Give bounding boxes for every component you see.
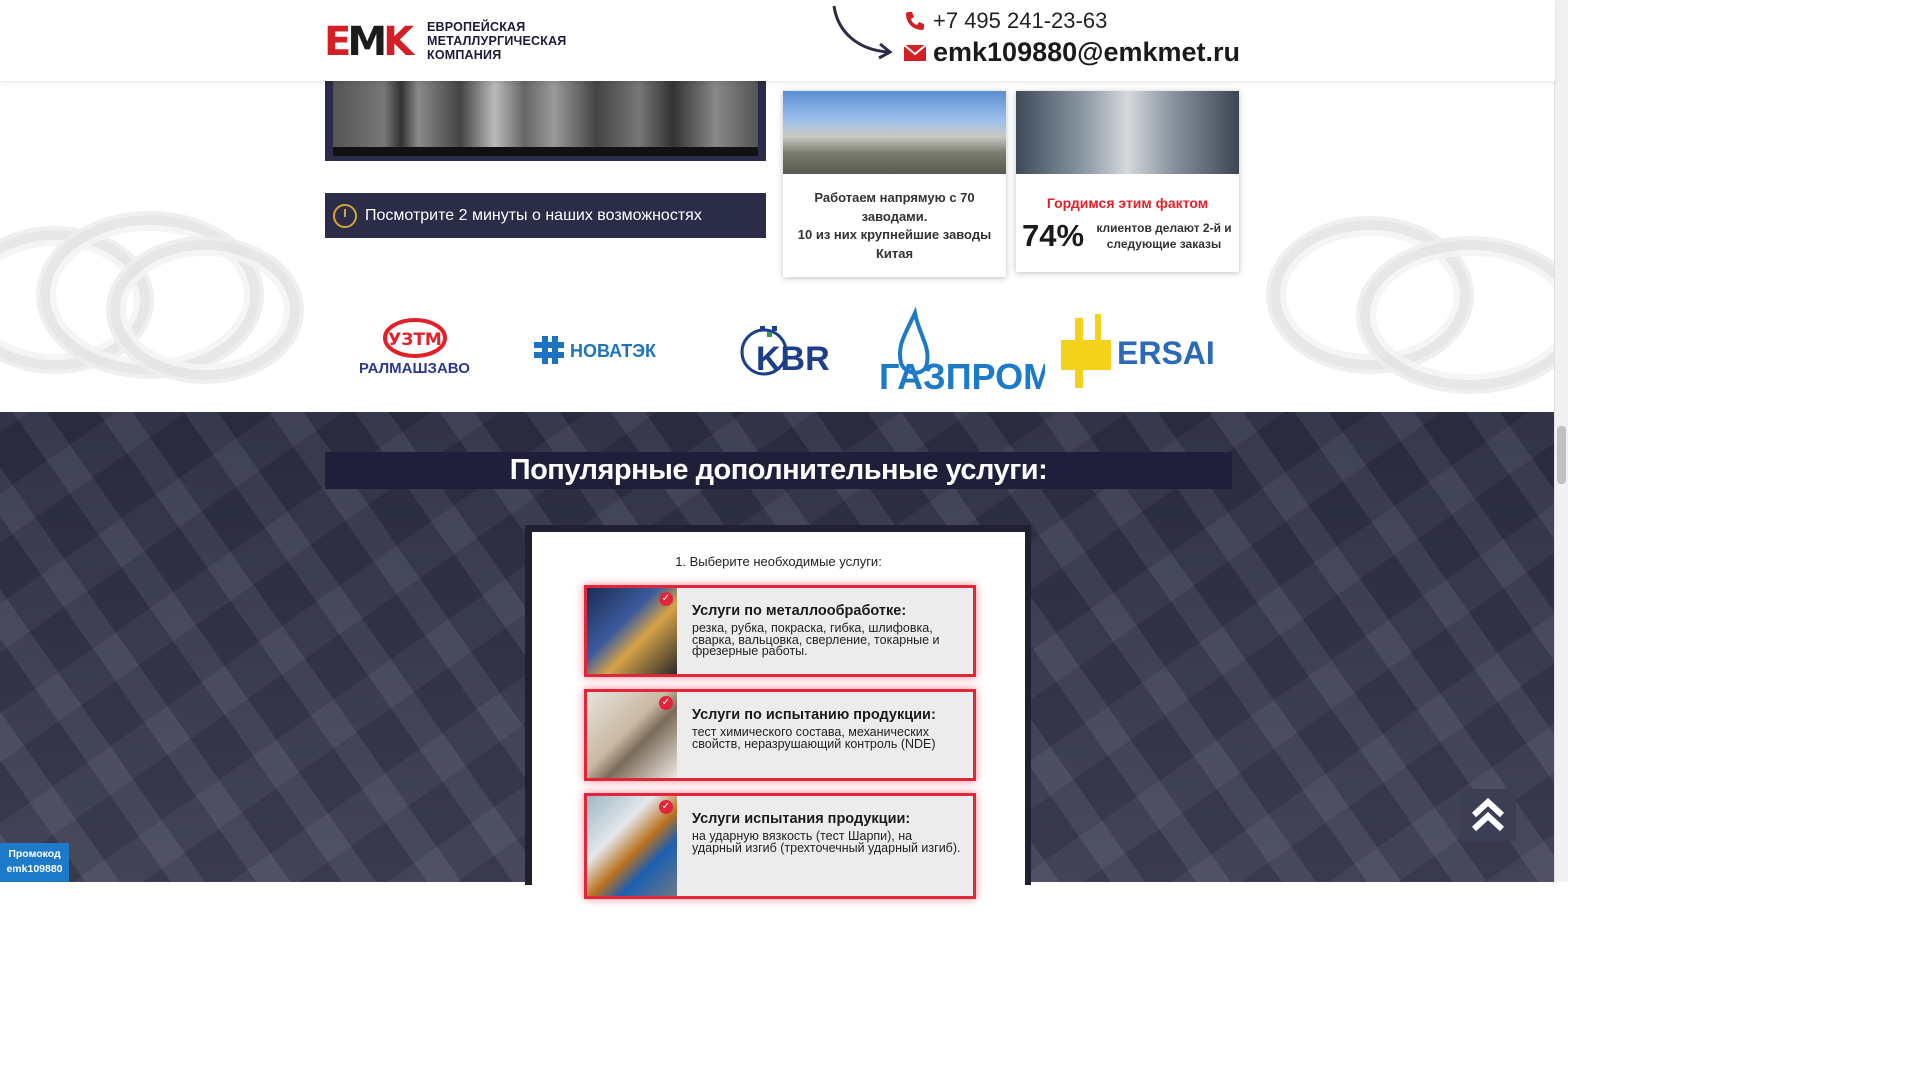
service-option-product-testing[interactable]: ✓ Услуги по испытанию продукции: тест хи… — [584, 689, 976, 781]
service-description: на ударную вязкость (тест Шарпи), на уда… — [692, 829, 961, 855]
partner-ersai-name: ERSAI — [1117, 335, 1215, 371]
services-heading: Популярные дополнительные услуги: — [325, 452, 1232, 489]
partner-novatek-logo: НОВАТЭК — [525, 300, 675, 400]
logo-mark: EMK — [324, 19, 414, 65]
partner-ersai-logo: ERSAI — [1055, 300, 1225, 400]
service-description: резка, рубка, покраска, гибка, шлифовка,… — [692, 621, 940, 658]
service-option-impact-testing[interactable]: ✓ Услуги испытания продукции: на ударную… — [584, 793, 976, 899]
proud-title: Гордимся этим фактом — [1046, 195, 1209, 211]
promo-label: Промокод — [8, 848, 61, 860]
promo-code: emk109880 — [6, 863, 63, 875]
company-logo[interactable]: EMK ЕВРОПЕЙСКАЯ МЕТАЛЛУРГИЧЕСКАЯ КОМПАНИ… — [324, 19, 567, 65]
partner-gazprom-logo: ГАЗПРОМ — [875, 300, 1045, 400]
partner-kbr-logo: KBR — [725, 300, 835, 400]
factories-text: Работаем напрямую с 70 заводами. 10 из н… — [793, 189, 996, 263]
watch-video-button[interactable]: Посмотрите 2 минуты о наших возможностях — [325, 193, 766, 238]
curved-arrow-icon — [832, 5, 893, 60]
wire-coil-decoration — [110, 240, 300, 380]
partner-logos: УЗТМ УРАЛМАШЗАВОД НОВАТЭК KBR ГАЗ — [340, 300, 1240, 400]
percent-description: клиентов делают 2-й и следующие заказы — [1096, 221, 1232, 251]
refinery-image — [783, 91, 1006, 174]
page-scrollbar[interactable] — [1554, 0, 1568, 882]
uzm-mark: УЗТМ — [388, 330, 442, 350]
phone-number[interactable]: +7 495 241-23-63 — [933, 8, 1107, 34]
step-label: 1. Выберите необходимые услуги: — [675, 554, 882, 569]
video-thumbnail[interactable] — [333, 81, 758, 156]
scroll-to-top-button[interactable] — [1460, 789, 1516, 841]
worker-image — [1016, 91, 1239, 174]
services-panel: 1. Выберите необходимые услуги: ✓ Услуги… — [532, 532, 1025, 899]
email-row[interactable]: emk109880@emkmet.ru — [903, 37, 1240, 68]
factories-line2: 10 из них крупнейшие заводы Китая — [797, 227, 992, 261]
service-description: тест химического состава, механических с… — [692, 725, 936, 751]
service-title: Услуги по испытанию продукции: — [692, 707, 936, 723]
partner-uralmash-name: УРАЛМАШЗАВОД — [360, 360, 470, 377]
watch-video-label: Посмотрите 2 минуты о наших возможностях — [365, 206, 702, 224]
scrollbar-thumb[interactable] — [1557, 426, 1566, 484]
checkmark-icon[interactable]: ✓ — [659, 800, 673, 814]
service-title: Услуги по металлообработке: — [692, 603, 907, 619]
partner-novatek-name: НОВАТЭК — [570, 341, 657, 361]
partner-uralmash-logo: УЗТМ УРАЛМАШЗАВОД — [355, 300, 475, 400]
partner-kbr-name: KBR — [756, 340, 830, 378]
percent-value: 74% — [1022, 218, 1085, 253]
email-address[interactable]: emk109880@emkmet.ru — [933, 37, 1240, 68]
logo-line2: МЕТАЛЛУРГИЧЕСКАЯ — [427, 34, 567, 48]
contacts: +7 495 241-23-63 emk109880@emkmet.ru — [903, 6, 1240, 68]
logo-line1: ЕВРОПЕЙСКАЯ — [427, 20, 526, 34]
checkmark-icon[interactable]: ✓ — [659, 592, 673, 606]
site-header: EMK ЕВРОПЕЙСКАЯ МЕТАЛЛУРГИЧЕСКАЯ КОМПАНИ… — [0, 0, 1555, 81]
factories-card: Работаем напрямую с 70 заводами. 10 из н… — [783, 91, 1006, 277]
logo-line3: КОМПАНИЯ — [427, 48, 502, 62]
video-player[interactable] — [325, 81, 766, 161]
stopwatch-icon — [333, 203, 357, 228]
service-title: Услуги испытания продукции: — [692, 811, 911, 827]
mail-icon — [903, 44, 927, 61]
logo-text: ЕВРОПЕЙСКАЯ МЕТАЛЛУРГИЧЕСКАЯ КОМПАНИЯ — [427, 20, 567, 62]
checkmark-icon[interactable]: ✓ — [659, 696, 673, 710]
double-chevron-up-icon — [1471, 797, 1505, 832]
promo-code-badge[interactable]: Промокод emk109880 — [0, 843, 69, 882]
phone-icon — [903, 10, 927, 32]
phone-row[interactable]: +7 495 241-23-63 — [903, 6, 1240, 36]
proud-card: Гордимся этим фактом 74% клиентов делают… — [1016, 91, 1239, 272]
partner-gazprom-name: ГАЗПРОМ — [879, 356, 1045, 395]
factories-line1: Работаем напрямую с 70 заводами. — [814, 190, 975, 224]
service-option-metalworking[interactable]: ✓ Услуги по металлообработке: резка, руб… — [584, 585, 976, 677]
